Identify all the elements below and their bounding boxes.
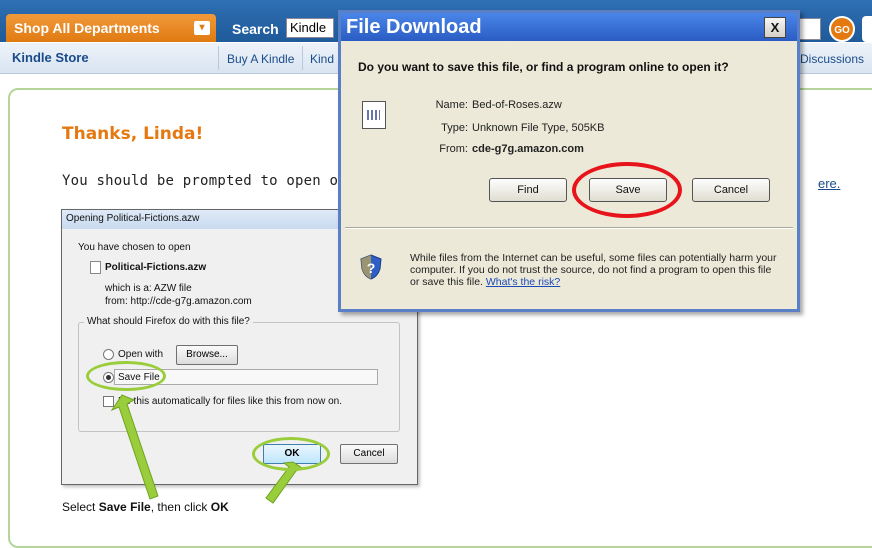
dialog-divider (345, 227, 793, 229)
file-type-value: Unknown File Type, 505KB (472, 122, 605, 134)
save-file-highlight-ring (86, 361, 166, 391)
cancel-button[interactable]: Cancel (692, 178, 770, 202)
name-key: Name: (435, 99, 468, 111)
security-warning-text: While files from the Internet can be use… (410, 252, 777, 288)
arrow-to-save-file (110, 394, 159, 500)
file-name-value: Bed-of-Roses.azw (472, 99, 562, 111)
save-highlight-ring (572, 162, 682, 218)
from-key: From: (439, 143, 468, 155)
whats-the-risk-link[interactable]: What's the risk? (486, 276, 560, 288)
download-question: Do you want to save this file, or find a… (358, 60, 729, 74)
shield-icon: ? (360, 254, 382, 280)
file-source-value: cde-g7g.amazon.com (472, 143, 584, 155)
svg-text:?: ? (367, 260, 376, 276)
type-key: Type: (441, 122, 468, 134)
find-button[interactable]: Find (489, 178, 567, 202)
security-warning: While files from the Internet can be use… (410, 252, 780, 288)
file-icon (362, 101, 386, 129)
close-button[interactable]: X (764, 17, 786, 38)
ok-highlight-ring (252, 437, 330, 471)
file-download-title: File Download (346, 16, 482, 38)
